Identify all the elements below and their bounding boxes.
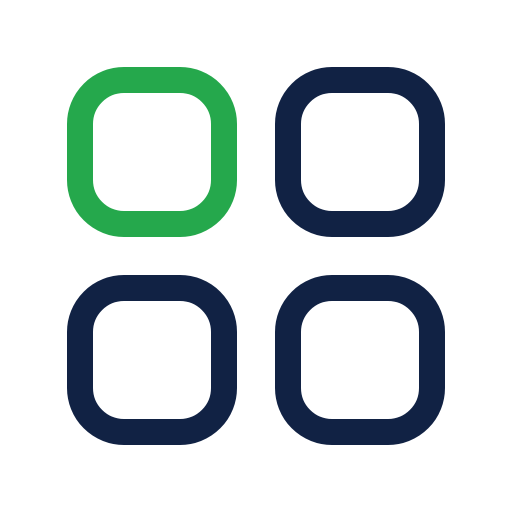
bottom-left-tile-icon xyxy=(67,275,237,445)
top-right-tile-icon xyxy=(275,67,445,237)
app-grid-icon xyxy=(67,67,445,445)
top-left-tile-icon xyxy=(67,67,237,237)
bottom-right-tile-icon xyxy=(275,275,445,445)
icon-canvas xyxy=(0,0,512,512)
